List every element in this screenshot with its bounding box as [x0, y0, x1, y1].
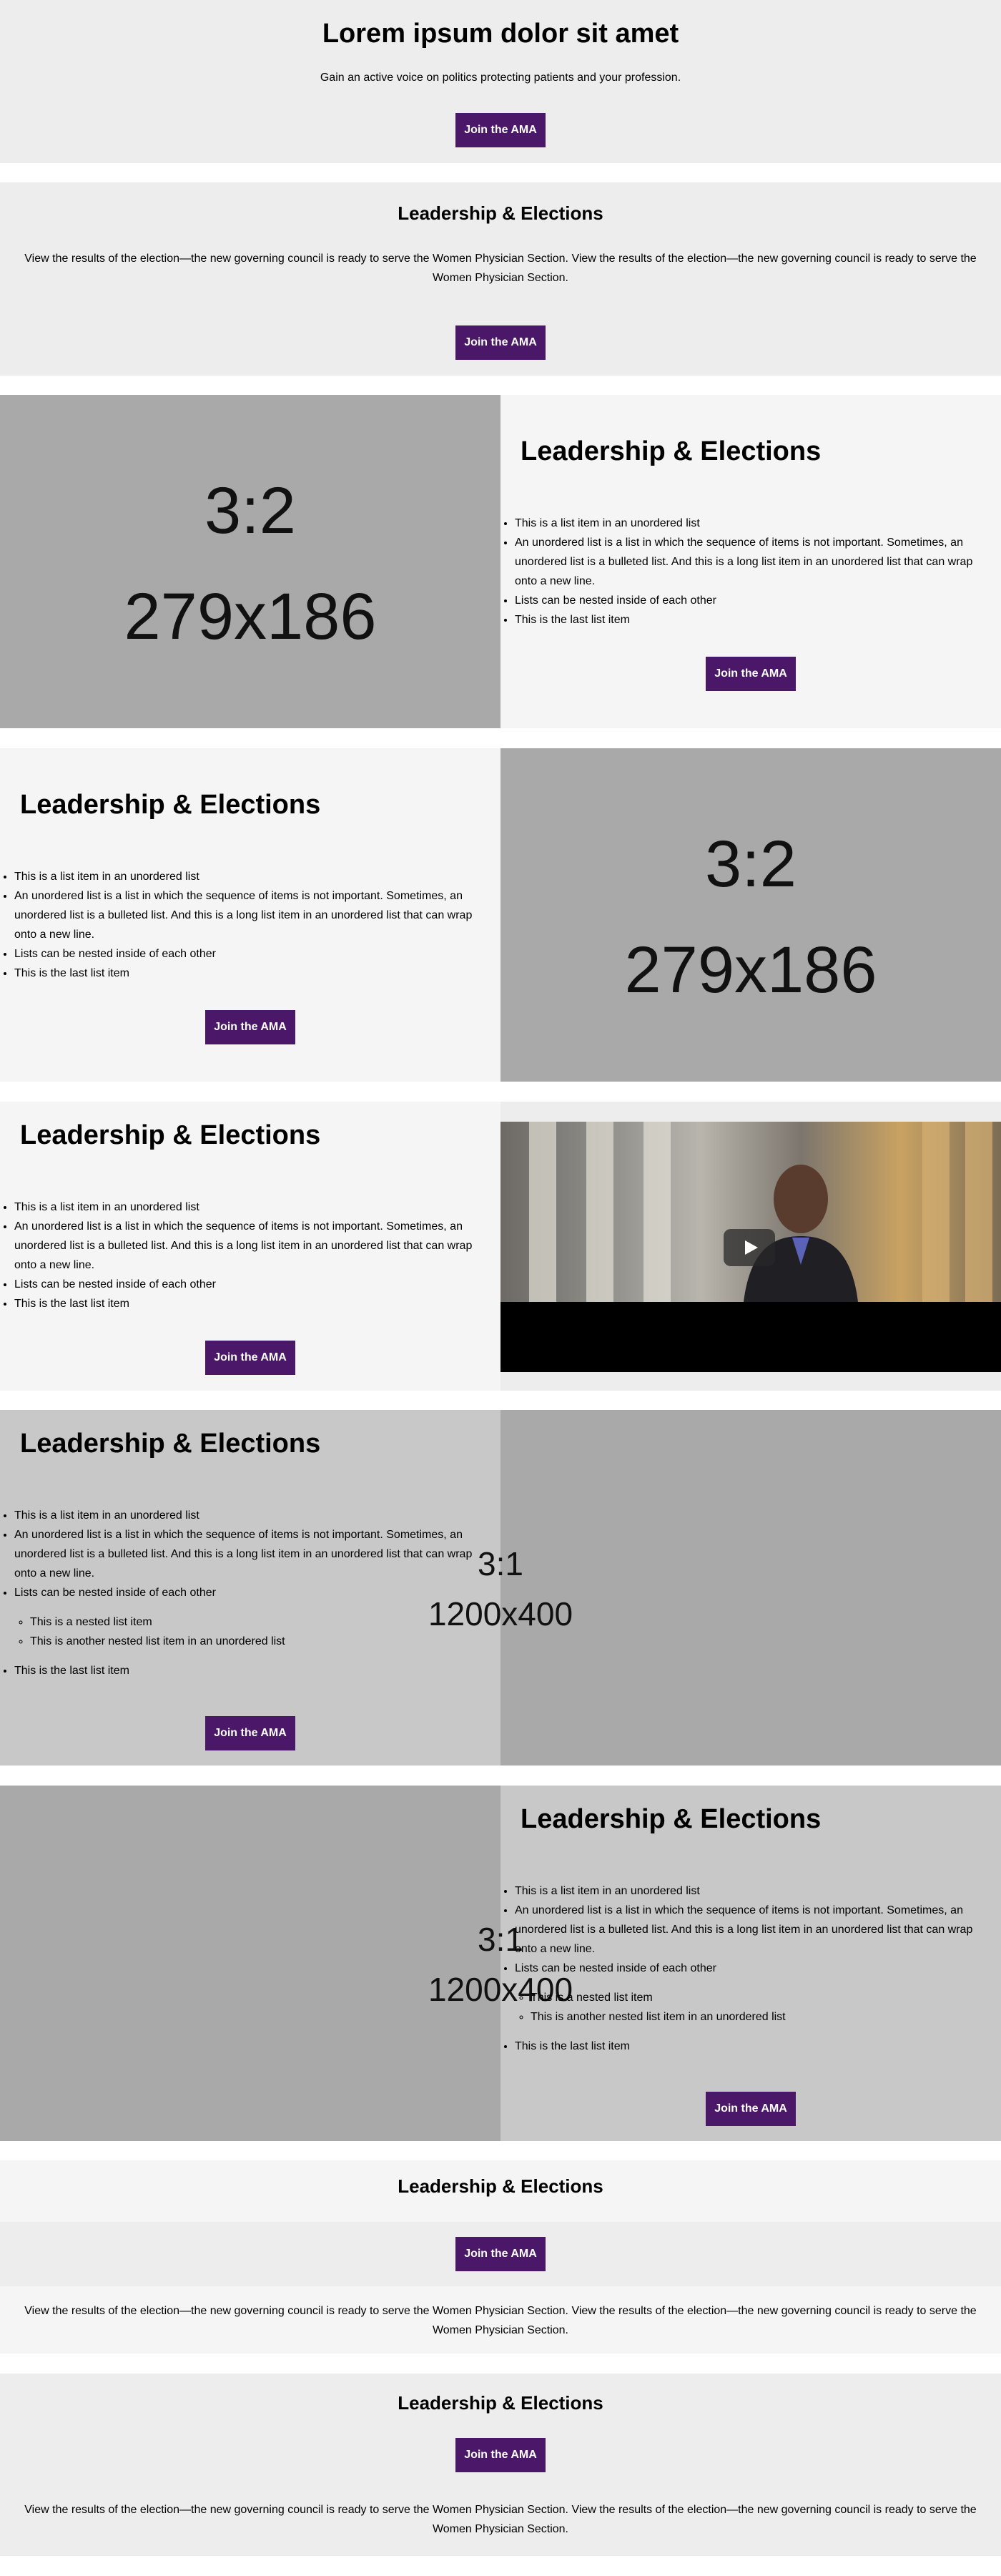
card-title: Leadership & Elections — [20, 1429, 321, 1459]
nested-list-item: This is a nested list item — [531, 1988, 995, 2007]
join-button[interactable]: Join the AMA — [455, 2237, 546, 2271]
hero-subtitle: Gain an active voice on politics protect… — [320, 72, 681, 84]
cta-section: Leadership & Elections Join the AMA View… — [0, 2160, 1001, 2354]
image-placeholder: 3:2 279x186 — [500, 748, 1001, 1082]
nested-list-item: This is another nested list item in an u… — [30, 1632, 495, 1651]
cta-section: Leadership & Elections View the results … — [0, 182, 1001, 376]
join-button[interactable]: Join the AMA — [205, 1716, 295, 1750]
list-item: Lists can be nested inside of each other — [14, 1275, 495, 1294]
list-item: An unordered list is a list in which the… — [515, 533, 995, 591]
placeholder-size: 279x186 — [124, 580, 377, 653]
join-button[interactable]: Join the AMA — [455, 113, 546, 147]
bullet-list: This is a list item in an unordered list… — [1, 1198, 495, 1313]
section-text: View the results of the election—the new… — [24, 2504, 977, 2535]
join-button[interactable]: Join the AMA — [205, 1010, 295, 1044]
list-item: An unordered list is a list in which the… — [14, 886, 495, 944]
placeholder-size: 279x186 — [624, 934, 877, 1007]
list-item: Lists can be nested inside of each other… — [14, 1583, 495, 1651]
section-title: Leadership & Elections — [398, 2175, 603, 2197]
bullet-list: This is a list item in an unordered list… — [502, 1881, 995, 2056]
video-card: Leadership & Elections This is a list it… — [0, 1102, 1001, 1391]
cta-button-band: Join the AMA — [0, 2222, 1001, 2286]
video-player[interactable] — [500, 1122, 1001, 1372]
join-button[interactable]: Join the AMA — [706, 2092, 796, 2126]
media-card: Leadership & Elections This is a list it… — [0, 748, 1001, 1082]
list-item: This is a list item in an unordered list — [14, 867, 495, 886]
placeholder-ratio: 3:2 — [204, 474, 296, 547]
card-title: Leadership & Elections — [521, 436, 822, 466]
video-thumbnail — [500, 1122, 1001, 1302]
cta-section: Leadership & Elections Join the AMA View… — [0, 2374, 1001, 2556]
video-panel — [500, 1102, 1001, 1391]
list-item: This is the last list item — [14, 1294, 495, 1313]
list-item: This is a list item in an unordered list — [14, 1506, 495, 1525]
list-item: An unordered list is a list in which the… — [515, 1901, 995, 1959]
card-title: Leadership & Elections — [20, 790, 321, 820]
media-card: 3:2 279x186 Leadership & Elections This … — [0, 395, 1001, 728]
nested-list: This is a nested list item This is anoth… — [14, 1612, 495, 1651]
hero-section: Lorem ipsum dolor sit amet Gain an activ… — [0, 0, 1001, 163]
image-placeholder: 3:2 279x186 — [0, 395, 500, 728]
card-title: Leadership & Elections — [521, 1804, 822, 1834]
card-title: Leadership & Elections — [20, 1120, 321, 1150]
section-title: Leadership & Elections — [398, 202, 603, 224]
bullet-list: This is a list item in an unordered list… — [1, 867, 495, 983]
list-item: This is the last list item — [14, 964, 495, 983]
list-item: Lists can be nested inside of each other — [14, 944, 495, 964]
list-item: Lists can be nested inside of each other… — [515, 1959, 995, 2027]
list-item: This is the last list item — [14, 1661, 495, 1680]
list-item: An unordered list is a list in which the… — [14, 1525, 495, 1583]
list-item: This is a list item in an unordered list — [515, 514, 995, 533]
list-item: This is the last list item — [515, 610, 995, 630]
media-card: 3:1 1200x400 Leadership & Elections This… — [0, 1410, 1001, 1766]
media-card: 3:1 1200x400 Leadership & Elections This… — [0, 1786, 1001, 2141]
list-item: This is a list item in an unordered list — [515, 1881, 995, 1901]
bullet-list: This is a list item in an unordered list… — [502, 514, 995, 630]
section-text: View the results of the election—the new… — [24, 2305, 977, 2336]
list-item-text: Lists can be nested inside of each other — [515, 1962, 716, 1974]
section-text: View the results of the election—the new… — [24, 253, 977, 284]
bullet-list: This is a list item in an unordered list… — [1, 1506, 495, 1680]
nested-list: This is a nested list item This is anoth… — [515, 1988, 995, 2027]
join-button[interactable]: Join the AMA — [205, 1341, 295, 1375]
list-item-text: Lists can be nested inside of each other — [14, 1587, 216, 1599]
list-item: Lists can be nested inside of each other — [515, 591, 995, 610]
join-button[interactable]: Join the AMA — [455, 325, 546, 360]
nested-list-item: This is another nested list item in an u… — [531, 2007, 995, 2027]
join-button[interactable]: Join the AMA — [706, 657, 796, 691]
section-title: Leadership & Elections — [398, 2392, 603, 2414]
join-button[interactable]: Join the AMA — [455, 2438, 546, 2472]
placeholder-ratio: 3:2 — [705, 828, 797, 901]
hero-title: Lorem ipsum dolor sit amet — [322, 19, 679, 49]
play-icon[interactable] — [724, 1229, 775, 1266]
list-item: This is a list item in an unordered list — [14, 1198, 495, 1217]
list-item: An unordered list is a list in which the… — [14, 1217, 495, 1275]
nested-list-item: This is a nested list item — [30, 1612, 495, 1632]
list-item: This is the last list item — [515, 2037, 995, 2056]
